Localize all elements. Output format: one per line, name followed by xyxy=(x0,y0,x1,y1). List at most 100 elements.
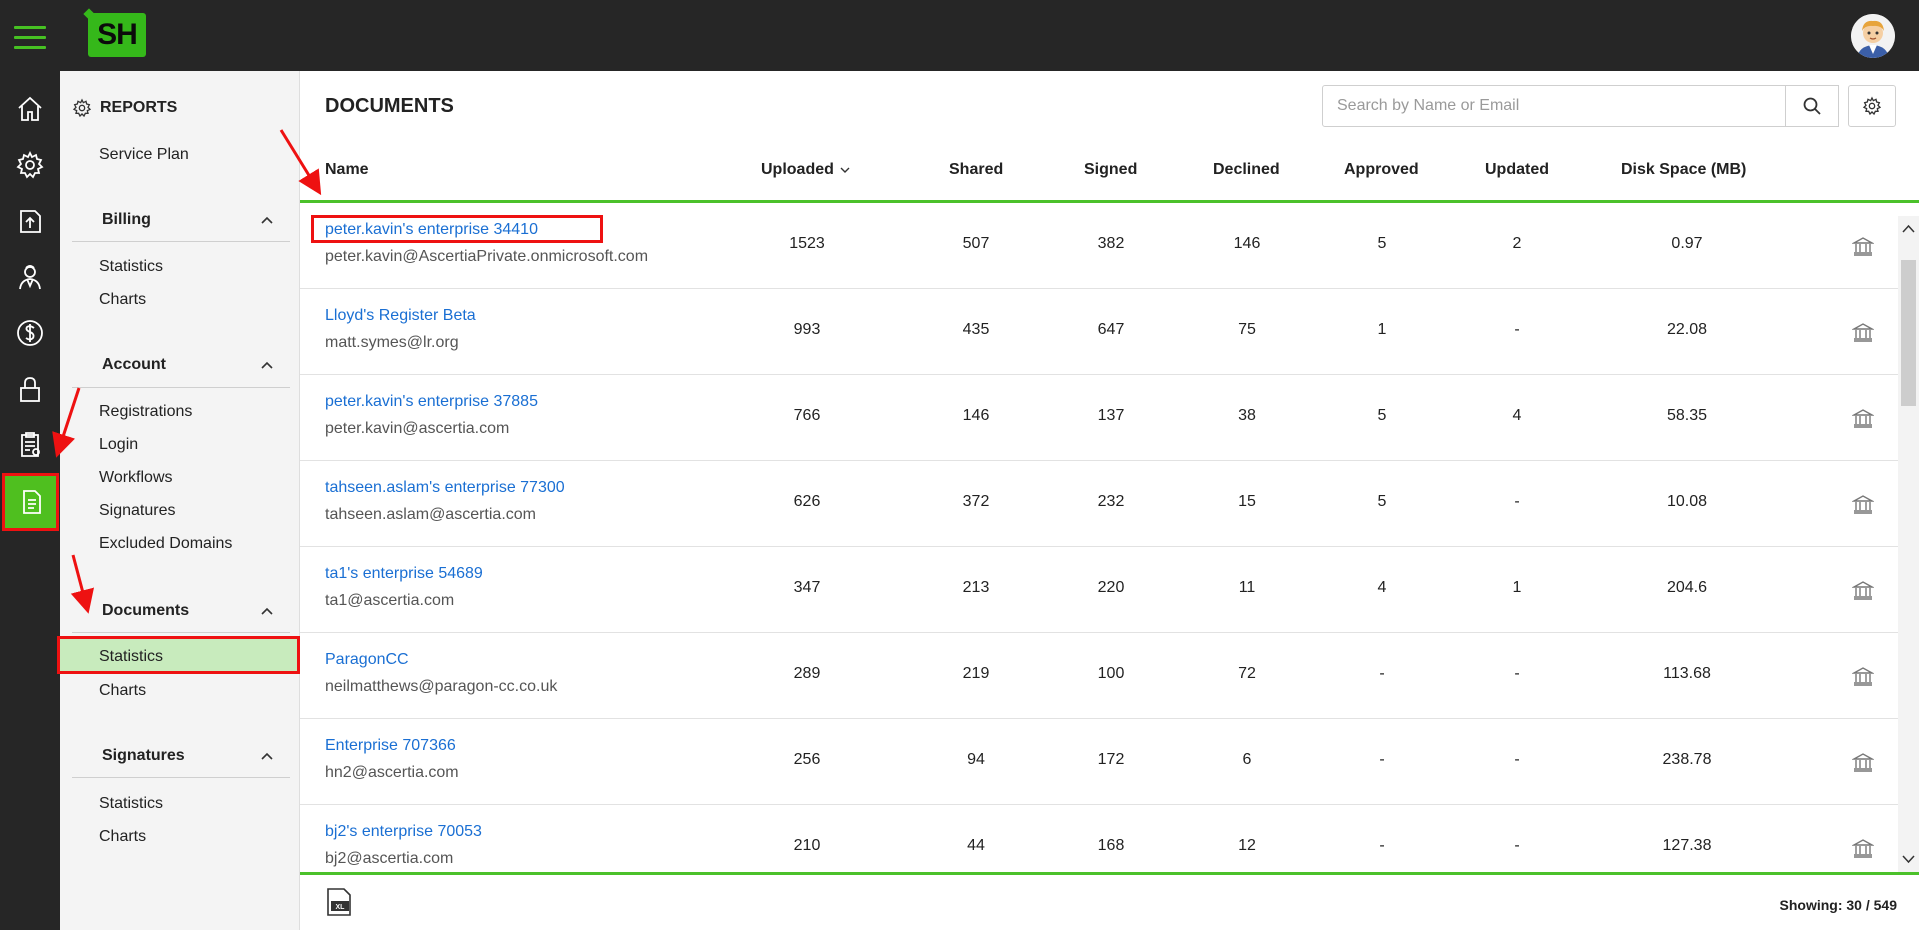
table-row: Lloyd's Register Beta matt.symes@lr.org … xyxy=(300,289,1898,375)
table-row: peter.kavin's enterprise 37885 peter.kav… xyxy=(300,375,1898,461)
scroll-up-arrow-icon[interactable] xyxy=(1901,222,1916,237)
bank-icon[interactable] xyxy=(1852,493,1874,515)
updated-count: - xyxy=(1514,751,1520,768)
nav-documents-charts[interactable]: Charts xyxy=(99,682,146,700)
uploaded-count: 210 xyxy=(793,837,821,854)
billing-dollar-icon[interactable] xyxy=(0,307,60,359)
uploaded-count: 289 xyxy=(793,665,821,682)
column-header-approved[interactable]: Approved xyxy=(1344,161,1419,179)
nav-group-documents[interactable]: Documents xyxy=(102,602,302,620)
bank-icon[interactable] xyxy=(1852,579,1874,601)
declined-count: 75 xyxy=(1238,321,1256,338)
page-title: DOCUMENTS xyxy=(325,95,454,117)
uploaded-count: 626 xyxy=(793,493,821,510)
enterprise-name-link[interactable]: ParagonCC xyxy=(325,651,409,669)
enterprise-name-link[interactable]: ta1's enterprise 54689 xyxy=(325,565,483,583)
clipboard-check-icon[interactable] xyxy=(0,419,60,471)
approved-count: - xyxy=(1379,837,1385,854)
nav-billing-statistics[interactable]: Statistics xyxy=(99,258,163,276)
home-icon[interactable] xyxy=(0,83,60,135)
export-excel-button[interactable]: XL xyxy=(324,887,354,917)
top-bar: SH xyxy=(0,0,1919,71)
nav-group-account[interactable]: Account xyxy=(102,356,302,374)
bank-icon[interactable] xyxy=(1852,321,1874,343)
table-settings-button[interactable] xyxy=(1848,85,1896,127)
settings-gear-icon[interactable] xyxy=(0,139,60,191)
enterprise-name-link[interactable]: Lloyd's Register Beta xyxy=(325,307,476,325)
shared-count: 435 xyxy=(962,321,990,338)
enterprise-name-link[interactable]: peter.kavin's enterprise 34410 xyxy=(325,221,538,239)
nav-signatures-charts[interactable]: Charts xyxy=(99,828,146,846)
nav-account-signatures[interactable]: Signatures xyxy=(99,502,176,520)
bank-icon[interactable] xyxy=(1852,751,1874,773)
table-row: ta1's enterprise 54689 ta1@ascertia.com … xyxy=(300,547,1898,633)
nav-group-billing[interactable]: Billing xyxy=(102,211,302,229)
lock-icon[interactable] xyxy=(0,363,60,415)
upload-icon[interactable] xyxy=(0,195,60,247)
declined-count: 11 xyxy=(1238,579,1256,596)
reports-title: REPORTS xyxy=(100,99,178,116)
column-header-shared[interactable]: Shared xyxy=(949,161,1003,179)
shared-count: 219 xyxy=(962,665,990,682)
app-logo[interactable]: SH xyxy=(88,13,146,57)
bank-icon[interactable] xyxy=(1852,407,1874,429)
bank-icon[interactable] xyxy=(1852,235,1874,257)
nav-service-plan[interactable]: Service Plan xyxy=(99,146,189,164)
uploaded-count: 256 xyxy=(793,751,821,768)
disk-space-value: 113.68 xyxy=(1663,665,1711,682)
nav-account-registrations[interactable]: Registrations xyxy=(99,403,192,421)
nav-documents-statistics-active[interactable] xyxy=(57,636,300,674)
hamburger-menu-icon[interactable] xyxy=(14,26,46,50)
approved-count: 5 xyxy=(1377,493,1387,510)
nav-signatures-statistics[interactable]: Statistics xyxy=(99,795,163,813)
search-button[interactable] xyxy=(1785,85,1839,127)
scroll-down-arrow-icon[interactable] xyxy=(1901,851,1916,866)
enterprise-email: tahseen.aslam@ascertia.com xyxy=(325,506,536,523)
table-row: tahseen.aslam's enterprise 77300 tahseen… xyxy=(300,461,1898,547)
nav-documents-statistics[interactable]: Statistics xyxy=(99,648,163,666)
enterprise-email: peter.kavin@ascertia.com xyxy=(325,420,510,437)
table-row: ParagonCC neilmatthews@paragon-cc.co.uk … xyxy=(300,633,1898,719)
declined-count: 146 xyxy=(1233,235,1261,252)
column-header-uploaded[interactable]: Uploaded xyxy=(761,161,851,179)
approved-count: 1 xyxy=(1377,321,1387,338)
signed-count: 647 xyxy=(1097,321,1125,338)
enterprise-name-link[interactable]: peter.kavin's enterprise 37885 xyxy=(325,393,538,411)
enterprise-email: bj2@ascertia.com xyxy=(325,850,454,867)
column-header-signed[interactable]: Signed xyxy=(1084,161,1137,179)
approved-count: - xyxy=(1379,665,1385,682)
declined-count: 72 xyxy=(1238,665,1256,682)
nav-account-workflows[interactable]: Workflows xyxy=(99,469,173,487)
search-input[interactable] xyxy=(1322,85,1786,127)
nav-account-login[interactable]: Login xyxy=(99,436,138,454)
updated-count: - xyxy=(1514,837,1520,854)
updated-count: - xyxy=(1514,665,1520,682)
enterprise-name-link[interactable]: bj2's enterprise 70053 xyxy=(325,823,482,841)
column-header-name[interactable]: Name xyxy=(325,161,369,179)
table-scrollbar[interactable] xyxy=(1898,216,1919,872)
scroll-thumb[interactable] xyxy=(1901,260,1916,406)
icon-rail xyxy=(0,71,60,930)
nav-group-signatures[interactable]: Signatures xyxy=(102,747,302,765)
column-header-declined[interactable]: Declined xyxy=(1213,161,1280,179)
enterprise-name-link[interactable]: Enterprise 707366 xyxy=(325,737,456,755)
disk-space-value: 127.38 xyxy=(1662,837,1712,854)
disk-space-value: 22.08 xyxy=(1666,321,1708,338)
updated-count: 4 xyxy=(1512,407,1522,424)
enterprise-email: neilmatthews@paragon-cc.co.uk xyxy=(325,678,558,695)
user-avatar[interactable] xyxy=(1851,14,1895,58)
updated-count: - xyxy=(1514,493,1520,510)
column-header-disk-space[interactable]: Disk Space (MB) xyxy=(1621,161,1746,179)
table-row: bj2's enterprise 70053 bj2@ascertia.com … xyxy=(300,805,1898,873)
column-header-updated[interactable]: Updated xyxy=(1485,161,1549,179)
disk-space-value: 238.78 xyxy=(1662,751,1712,768)
nav-billing-charts[interactable]: Charts xyxy=(99,291,146,309)
reports-document-icon[interactable] xyxy=(2,473,59,531)
enterprise-name-link[interactable]: tahseen.aslam's enterprise 77300 xyxy=(325,479,565,497)
approved-count: - xyxy=(1379,751,1385,768)
bank-icon[interactable] xyxy=(1852,837,1874,859)
users-icon[interactable] xyxy=(0,251,60,303)
nav-account-excluded-domains[interactable]: Excluded Domains xyxy=(99,535,232,553)
showing-count: Showing: 30 / 549 xyxy=(1779,897,1897,913)
bank-icon[interactable] xyxy=(1852,665,1874,687)
